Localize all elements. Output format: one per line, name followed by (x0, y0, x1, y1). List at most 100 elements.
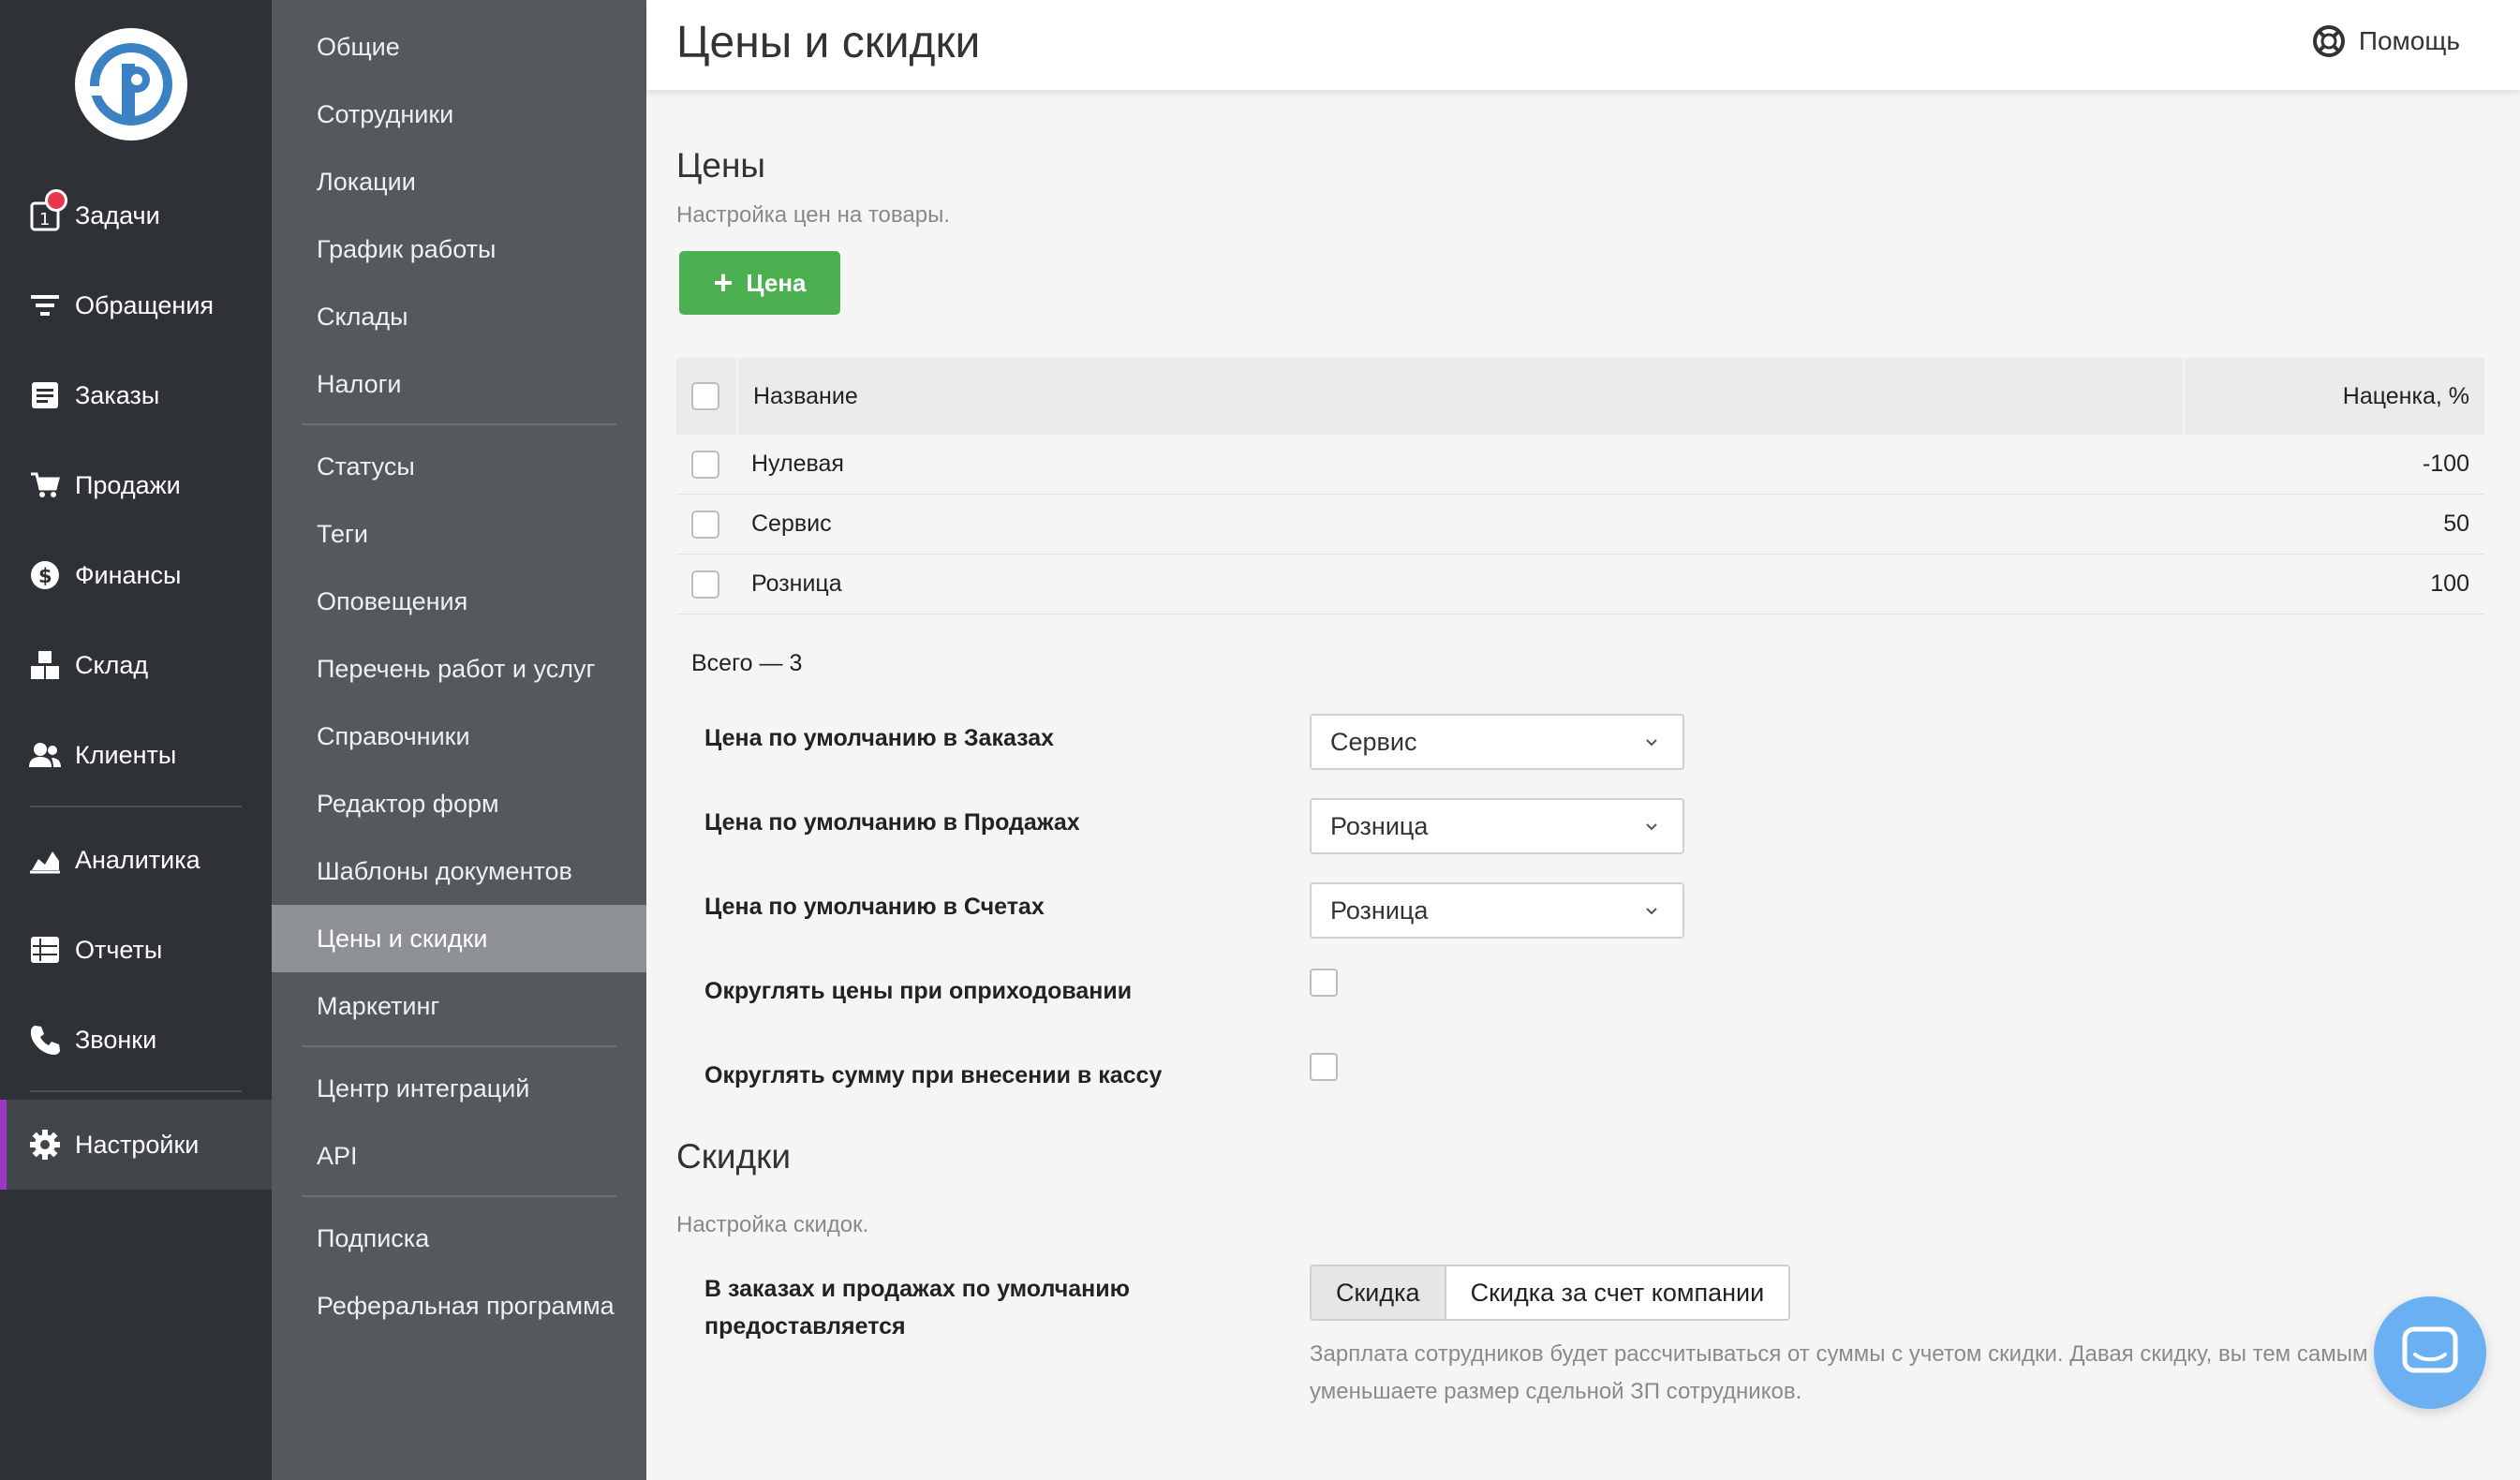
price-name-cell: Нулевая (751, 451, 844, 477)
default-price-orders-label: Цена по умолчанию в Заказах (704, 725, 1055, 751)
nav-item-clients[interactable]: Клиенты (0, 710, 272, 800)
discount-option-company[interactable]: Скидка за счет компании (1446, 1266, 1789, 1319)
price-name-cell: Сервис (751, 511, 832, 537)
submenu-item-marketing[interactable]: Маркетинг (272, 972, 646, 1040)
submenu-item-referral[interactable]: Реферальная программа (272, 1272, 646, 1339)
submenu-item-tags[interactable]: Теги (272, 500, 646, 568)
nav-item-settings[interactable]: Настройки (0, 1100, 272, 1190)
nav-item-label: Финансы (75, 560, 182, 589)
nav-item-analytics[interactable]: Аналитика (0, 815, 272, 905)
column-header-name[interactable]: Название (736, 358, 2185, 435)
nav-item-label: Настройки (75, 1130, 200, 1159)
nav-item-label: Клиенты (75, 740, 177, 769)
round-cash-checkbox[interactable] (1310, 1053, 1338, 1081)
chevron-down-icon (1646, 739, 1657, 747)
submenu-item-label: Теги (317, 519, 368, 548)
add-price-button[interactable]: + Цена (679, 251, 840, 315)
row-checkbox[interactable] (691, 510, 719, 539)
prices-table: Название Наценка, % Нулевая -100 Сервис … (676, 358, 2484, 614)
submenu-item-integrations[interactable]: Центр интеграций (272, 1055, 646, 1122)
price-name-cell: Розница (751, 570, 842, 597)
nav-item-reports[interactable]: Отчеты (0, 905, 272, 995)
nav-item-finance[interactable]: $ Финансы (0, 530, 272, 620)
nav-item-tasks[interactable]: 1 Задачи (0, 170, 272, 260)
tasks-icon: 1 (28, 189, 67, 232)
submenu-item-prices-discounts[interactable]: Цены и скидки (272, 905, 646, 972)
prices-section-title: Цены (676, 146, 765, 185)
nav-item-label: Заказы (75, 380, 160, 409)
logo-icon (88, 43, 172, 126)
select-value: Розница (1330, 811, 1429, 840)
submenu-item-warehouses[interactable]: Склады (272, 283, 646, 350)
submenu-item-label: Налоги (317, 369, 402, 398)
reports-icon (28, 933, 62, 967)
nav-item-sales[interactable]: Продажи (0, 440, 272, 530)
table-row[interactable]: Нулевая -100 (676, 435, 2484, 495)
select-value: Розница (1330, 895, 1429, 925)
submenu-item-notifications[interactable]: Оповещения (272, 568, 646, 635)
cart-icon (28, 468, 62, 502)
submenu-item-schedule[interactable]: График работы (272, 215, 646, 283)
column-header-markup[interactable]: Наценка, % (2185, 358, 2484, 435)
discount-type-toggle: Скидка Скидка за счет компании (1310, 1265, 1791, 1321)
nav-item-label: Задачи (75, 200, 160, 229)
submenu-item-label: График работы (317, 234, 497, 263)
select-value: Сервис (1330, 727, 1417, 756)
submenu-item-api[interactable]: API (272, 1122, 646, 1190)
users-icon (28, 738, 62, 772)
submenu-item-dictionaries[interactable]: Справочники (272, 703, 646, 770)
nav-item-label: Отчеты (75, 935, 163, 964)
default-price-orders-select[interactable]: Сервис (1310, 714, 1684, 770)
discount-default-label-line2: предоставляется (704, 1313, 906, 1339)
round-receiving-checkbox[interactable] (1310, 969, 1338, 997)
app-logo[interactable] (75, 28, 187, 141)
nav-item-warehouse[interactable]: Склад (0, 620, 272, 710)
submenu-item-label: API (317, 1141, 358, 1170)
submenu-item-form-editor[interactable]: Редактор форм (272, 770, 646, 837)
row-checkbox[interactable] (691, 450, 719, 479)
nav-item-label: Склад (75, 650, 149, 679)
default-price-invoices-label: Цена по умолчанию в Счетах (704, 894, 1045, 920)
submenu-item-document-templates[interactable]: Шаблоны документов (272, 837, 646, 905)
default-price-sales-label: Цена по умолчанию в Продажах (704, 809, 1080, 836)
submenu-item-general[interactable]: Общие (272, 13, 646, 81)
submenu-item-label: Сотрудники (317, 99, 454, 128)
nav-item-label: Продажи (75, 470, 181, 499)
submenu-divider (302, 423, 616, 425)
boxes-icon (28, 648, 62, 682)
gear-icon (28, 1128, 62, 1162)
submenu-item-label: Оповещения (317, 586, 468, 615)
discounts-section-title: Скидки (676, 1137, 792, 1176)
select-all-checkbox[interactable] (691, 382, 719, 410)
default-price-sales-select[interactable]: Розница (1310, 798, 1684, 854)
phone-icon (28, 1023, 62, 1057)
row-checkbox[interactable] (691, 570, 719, 599)
chat-widget-button[interactable] (2374, 1296, 2486, 1409)
nav-item-requests[interactable]: Обращения (0, 260, 272, 350)
submenu-item-taxes[interactable]: Налоги (272, 350, 646, 418)
submenu-item-locations[interactable]: Локации (272, 148, 646, 215)
discount-option-discount[interactable]: Скидка (1312, 1266, 1446, 1319)
add-price-label: Цена (746, 268, 807, 297)
nav-item-calls[interactable]: Звонки (0, 995, 272, 1085)
submenu-item-employees[interactable]: Сотрудники (272, 81, 646, 148)
submenu-item-label: Редактор форм (317, 789, 499, 818)
help-link[interactable]: Помощь (2312, 24, 2460, 58)
main-content: Цены Настройка цен на товары. + Цена Наз… (646, 90, 2520, 1480)
nav-item-label: Аналитика (75, 845, 200, 874)
default-price-invoices-select[interactable]: Розница (1310, 882, 1684, 939)
table-row[interactable]: Сервис 50 (676, 495, 2484, 555)
total-count: Всего — 3 (691, 650, 803, 676)
nav-item-orders[interactable]: Заказы (0, 350, 272, 440)
submenu-item-statuses[interactable]: Статусы (272, 433, 646, 500)
dollar-icon: $ (28, 558, 62, 592)
settings-submenu: Общие Сотрудники Локации График работы С… (272, 0, 646, 1480)
submenu-item-label: Маркетинг (317, 991, 440, 1020)
price-markup-cell: 50 (2443, 511, 2469, 537)
table-row[interactable]: Розница 100 (676, 555, 2484, 614)
plus-icon: + (713, 263, 734, 302)
chevron-down-icon (1646, 823, 1657, 831)
page-header: Цены и скидки Помощь (646, 0, 2520, 90)
submenu-item-subscription[interactable]: Подписка (272, 1205, 646, 1272)
submenu-item-services-list[interactable]: Перечень работ и услуг (272, 635, 646, 703)
